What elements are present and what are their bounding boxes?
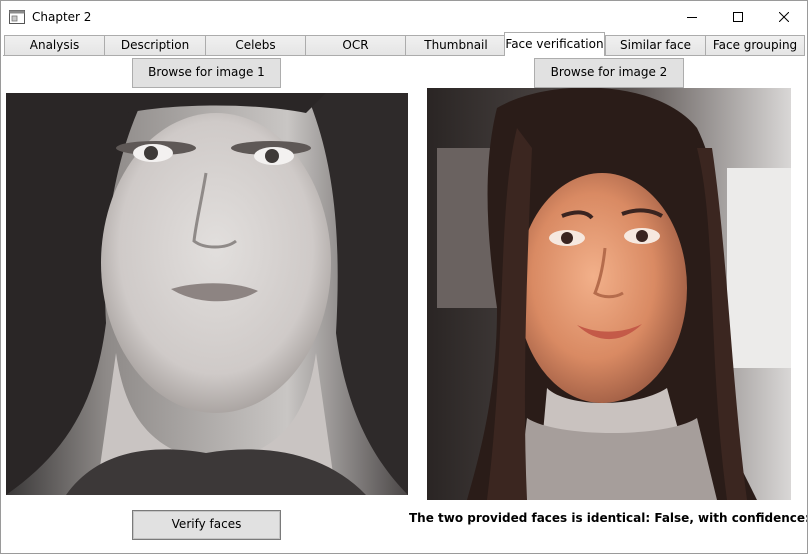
close-button[interactable] bbox=[761, 1, 807, 32]
face-image-1 bbox=[6, 93, 408, 495]
maximize-icon bbox=[733, 11, 743, 22]
window-title: Chapter 2 bbox=[32, 10, 92, 24]
minimize-icon bbox=[687, 16, 697, 18]
close-icon bbox=[779, 11, 789, 22]
app-window-icon bbox=[9, 10, 25, 24]
browse-image-1-button[interactable]: Browse for image 1 bbox=[132, 58, 281, 88]
maximize-button[interactable] bbox=[715, 1, 761, 32]
tab-description[interactable]: Description bbox=[104, 35, 206, 55]
tab-ocr[interactable]: OCR bbox=[305, 35, 406, 55]
tab-similar-face[interactable]: Similar face bbox=[605, 35, 706, 55]
tab-analysis[interactable]: Analysis bbox=[4, 35, 105, 55]
tab-face-verification[interactable]: Face verification bbox=[504, 32, 605, 56]
verification-result-text: The two provided faces is identical: Fal… bbox=[409, 511, 808, 525]
tab-thumbnail[interactable]: Thumbnail bbox=[405, 35, 507, 55]
minimize-button[interactable] bbox=[669, 1, 715, 32]
tab-celebs[interactable]: Celebs bbox=[205, 35, 306, 55]
tab-face-grouping[interactable]: Face grouping bbox=[705, 35, 805, 55]
title-bar[interactable]: Chapter 2 bbox=[1, 1, 807, 32]
verify-faces-button[interactable]: Verify faces bbox=[132, 510, 281, 540]
app-window: Chapter 2 Analysis Description Celebs OC… bbox=[0, 0, 808, 554]
browse-image-2-button[interactable]: Browse for image 2 bbox=[534, 58, 684, 88]
face-image-2 bbox=[427, 88, 791, 500]
